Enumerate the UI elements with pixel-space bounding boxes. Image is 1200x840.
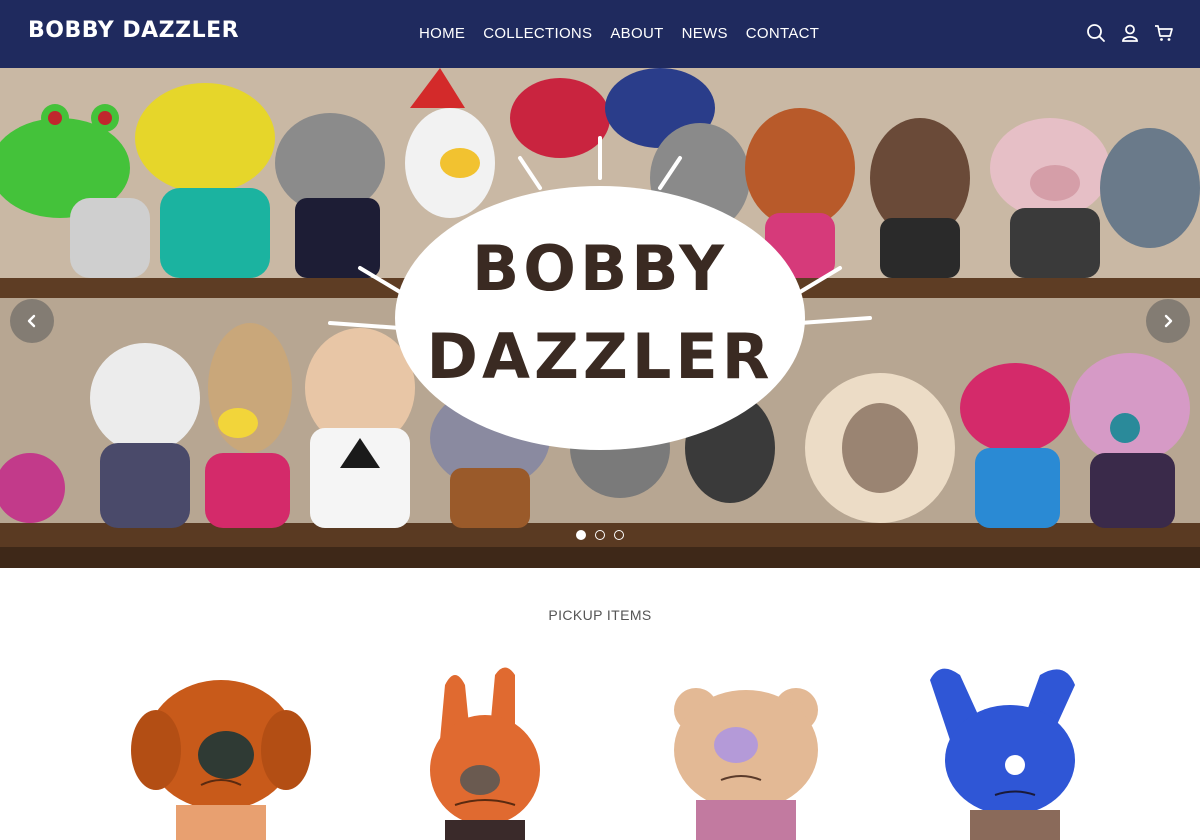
hero-carousel[interactable]: BOBBY DAZZLER: [0, 68, 1200, 568]
header-icons: [1086, 23, 1174, 43]
chevron-right-icon: [1164, 314, 1173, 328]
carousel-dots: [576, 530, 624, 540]
orange-dog-plush-image: [131, 680, 311, 840]
user-icon[interactable]: [1120, 23, 1140, 43]
hero-logo-line2: DAZZLER: [427, 320, 774, 393]
chevron-left-icon: [27, 314, 36, 328]
pickup-item-1[interactable]: [121, 660, 321, 840]
blue-bunny-plush-image: [930, 668, 1075, 840]
search-icon[interactable]: [1086, 23, 1106, 43]
nav-about[interactable]: ABOUT: [610, 25, 663, 42]
carousel-dot-2[interactable]: [595, 530, 605, 540]
hero-logo-line1: BOBBY: [472, 232, 728, 305]
nav-home[interactable]: HOME: [419, 25, 465, 42]
nav-collections[interactable]: COLLECTIONS: [483, 25, 592, 42]
carousel-next-button[interactable]: [1146, 299, 1190, 343]
orange-bunny-plush-image: [430, 667, 540, 840]
pickup-item-3[interactable]: [641, 660, 841, 840]
hero-image: BOBBY DAZZLER: [0, 68, 1200, 568]
carousel-prev-button[interactable]: [10, 299, 54, 343]
section-title-pickup-items: PICKUP ITEMS: [548, 607, 652, 623]
cart-icon[interactable]: [1154, 23, 1174, 43]
nav-contact[interactable]: CONTACT: [746, 25, 819, 42]
carousel-dot-1[interactable]: [576, 530, 586, 540]
pickup-item-4[interactable]: [910, 660, 1110, 840]
site-logo[interactable]: BOBBY DAZZLER: [28, 18, 239, 43]
site-header: BOBBY DAZZLER HOME COLLECTIONS ABOUT NEW…: [0, 0, 1200, 68]
main-nav: HOME COLLECTIONS ABOUT NEWS CONTACT: [419, 25, 819, 42]
nav-news[interactable]: NEWS: [682, 25, 728, 42]
carousel-dot-3[interactable]: [614, 530, 624, 540]
beige-bear-plush-image: [674, 688, 818, 840]
pickup-item-2[interactable]: [400, 660, 600, 840]
